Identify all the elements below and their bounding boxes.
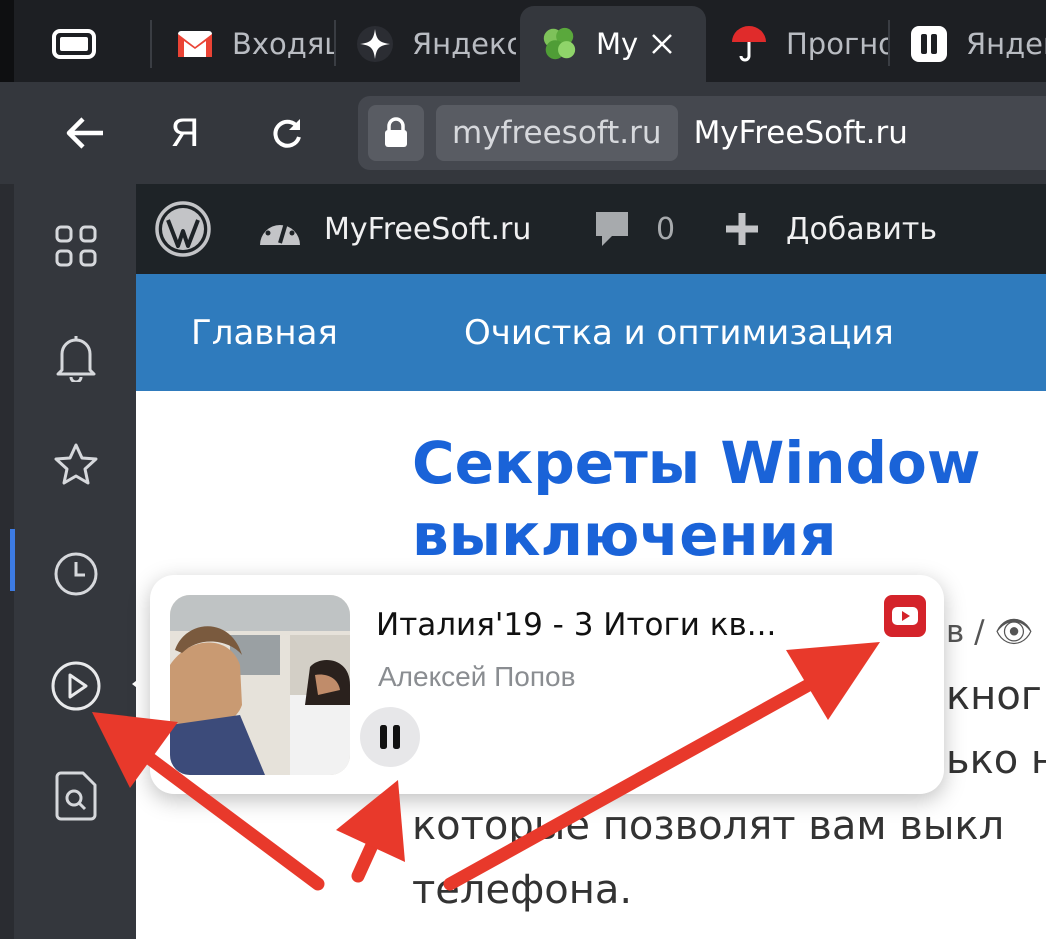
plus-icon (726, 213, 758, 245)
video-thumbnail[interactable] (170, 595, 350, 775)
pause-button[interactable] (360, 707, 420, 767)
clock-icon (54, 552, 98, 596)
nav-item-home[interactable]: Главная (191, 274, 338, 391)
bell-icon (56, 336, 96, 382)
reload-button[interactable] (260, 106, 314, 160)
tab-divider (334, 20, 336, 66)
wp-site-name[interactable]: MyFreeSoft.ru (256, 184, 531, 274)
wordpress-menu[interactable] (154, 184, 212, 274)
dashboard-gauge-icon (260, 220, 300, 245)
yandex-letter: Я (170, 110, 200, 155)
tab-label: Входящие (232, 27, 336, 61)
tabs-overview-icon (52, 29, 96, 59)
window-edge (0, 0, 14, 82)
media-player-popup: Италия'19 - 3 Итоги кв... Алексей Попов (150, 575, 944, 794)
tab-label: Яндекс (412, 27, 516, 61)
play-circle-icon (51, 661, 101, 711)
wp-comments-count: 0 (656, 211, 676, 247)
article-text-line: ько н (946, 737, 1046, 783)
umbrella-icon (730, 25, 768, 63)
sidebar-item-bookmarks[interactable] (48, 437, 104, 493)
article-title-line2: выключения (412, 501, 837, 569)
article-text-line: которые позволят вам выкл (412, 803, 1005, 849)
tab-divider (888, 20, 890, 66)
back-button[interactable] (58, 106, 112, 160)
tab-myfreesoft[interactable]: MyFreeSoft (520, 6, 706, 82)
sidebar-item-services[interactable] (48, 218, 104, 274)
article-title-line1: Секреты Window (412, 429, 981, 497)
tab-yandex-alice[interactable]: Яндекс (356, 6, 516, 82)
article-text-line: кног (946, 673, 1042, 719)
video-thumbnail-image (170, 595, 350, 775)
site-navigation: Главная Очистка и оптимизация (136, 274, 1046, 391)
tab-label: Прогноз (786, 27, 890, 61)
alice-star-icon (356, 25, 394, 63)
grid-icon (55, 225, 97, 267)
site-security-button[interactable] (368, 105, 424, 161)
sidebar-item-history[interactable] (48, 546, 104, 602)
wp-site-name-label: MyFreeSoft.ru (324, 211, 532, 247)
wp-add-new-label: Добавить (786, 211, 938, 247)
active-indicator (10, 529, 15, 591)
sidebar-item-search-page[interactable] (48, 768, 104, 824)
tab-weather[interactable]: Прогноз (730, 6, 890, 82)
comment-bubble-icon (596, 212, 628, 246)
tab-label: MyFreeSoft (596, 27, 640, 61)
browser-sidebar (0, 184, 136, 939)
myfreesoft-logo-icon (540, 25, 578, 63)
back-arrow-icon (66, 117, 103, 149)
tab-label: Яндекс (966, 27, 1046, 61)
sidebar-item-notifications[interactable] (48, 329, 104, 385)
article-text-line: телефона. (412, 867, 633, 913)
browser-toolbar: Я myfreesoft.ru MyFreeSoft.ru (0, 82, 1046, 184)
star-icon (54, 443, 98, 485)
tab-divider (150, 20, 152, 68)
reload-icon (273, 119, 301, 148)
track-title[interactable]: Италия'19 - 3 Итоги кв... (376, 607, 776, 643)
address-domain[interactable]: myfreesoft.ru (436, 105, 678, 161)
address-bar[interactable]: myfreesoft.ru MyFreeSoft.ru (358, 96, 1046, 170)
track-artist: Алексей Попов (378, 661, 576, 692)
youtube-source-button[interactable] (884, 595, 926, 637)
tab-gmail[interactable]: Входящие (176, 6, 336, 82)
nav-item-cleanup[interactable]: Очистка и оптимизация (464, 274, 894, 391)
pause-square-icon (910, 25, 948, 63)
youtube-icon (892, 607, 918, 625)
address-page-title[interactable]: MyFreeSoft.ru (694, 115, 908, 151)
close-tab-icon[interactable] (648, 30, 676, 58)
article-meta: в / 👁 (946, 614, 1034, 650)
tab-overview-button[interactable] (46, 24, 102, 64)
wp-add-new[interactable]: Добавить (724, 184, 937, 274)
pause-icon (380, 725, 400, 749)
sidebar-item-media-player[interactable] (48, 658, 104, 714)
wordpress-logo-icon (155, 201, 211, 257)
lock-icon (385, 117, 407, 147)
wp-comments[interactable]: 0 (592, 184, 675, 274)
tab-strip: Входящие Яндекс MyFreeSoft Прогноз Яндек… (0, 0, 1046, 82)
tab-yandex-music[interactable]: Яндекс (910, 6, 1046, 82)
gmail-icon (176, 25, 214, 63)
wp-admin-bar: MyFreeSoft.ru 0 Добавить (136, 184, 1046, 274)
article-title[interactable]: Секреты Window выключения (412, 427, 1046, 571)
yandex-home-button[interactable]: Я (158, 106, 212, 160)
document-search-icon (55, 771, 97, 821)
